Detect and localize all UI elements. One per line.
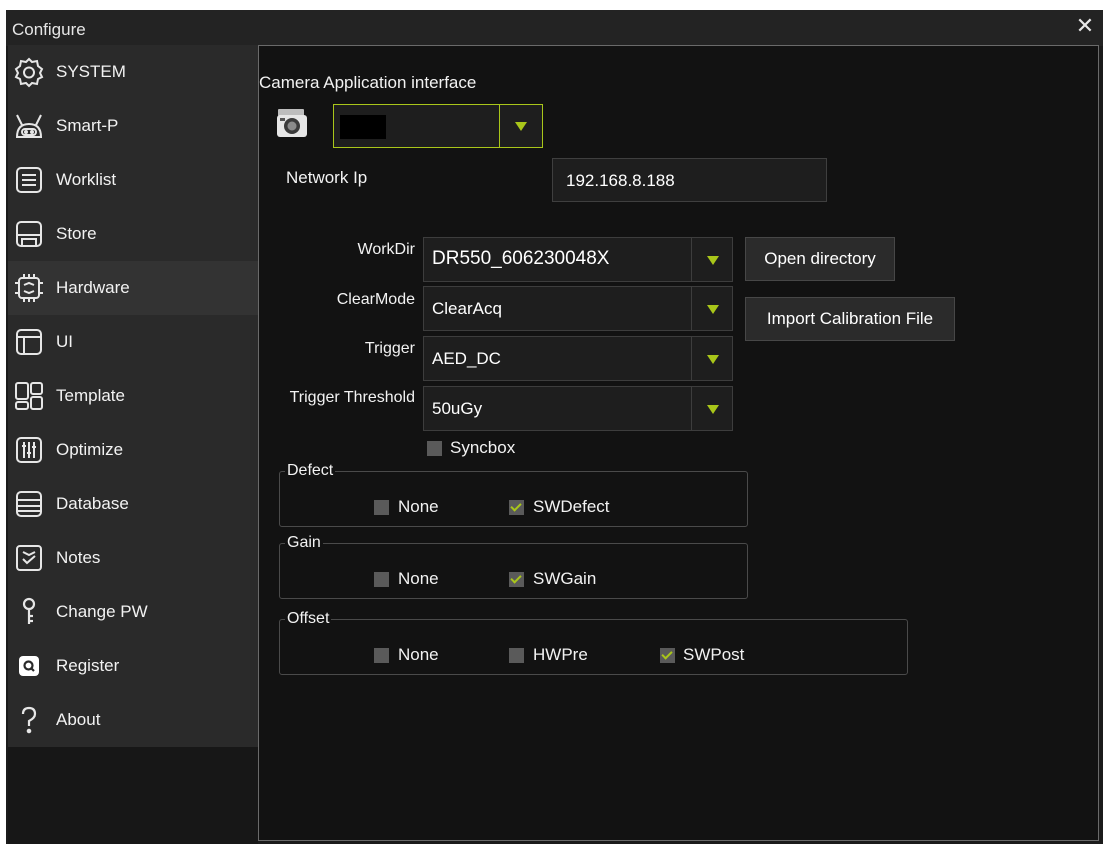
offset-group-title: Offset [285, 610, 332, 628]
combo-divider [691, 287, 692, 330]
robot-icon [12, 109, 46, 143]
sidebar-item-label: UI [56, 332, 73, 351]
sidebar-item-hardware[interactable]: Hardware [8, 261, 258, 315]
defect-swdefect-label: SWDefect [533, 497, 610, 516]
defect-none-checkbox[interactable] [374, 500, 389, 515]
offset-swpost-checkbox[interactable] [660, 648, 675, 663]
network-ip-value: 192.168.8.188 [566, 171, 675, 190]
database-icon [12, 487, 46, 521]
gain-none-label: None [398, 569, 439, 588]
sidebar-item-worklist[interactable]: Worklist [8, 153, 258, 207]
offset-swpost-label: SWPost [683, 645, 745, 664]
gain-swgain-label: SWGain [533, 569, 597, 588]
trigger-label: Trigger [364, 340, 415, 357]
clearmode-select[interactable]: ClearAcq [423, 286, 733, 331]
chevron-down-icon [515, 122, 527, 131]
gain-group: Gain None SWGain [279, 534, 748, 599]
title-bar: Configure ✕ [6, 10, 1103, 46]
workdir-value: DR550_606230048X [432, 248, 610, 269]
combo-divider [691, 238, 692, 281]
sidebar-empty-area [8, 747, 258, 844]
offset-hwpre-label: HWPre [533, 645, 588, 664]
list-icon [12, 163, 46, 197]
camera-select-value [340, 115, 386, 139]
sidebar-item-change-pw[interactable]: Change PW [8, 585, 258, 639]
combo-divider [499, 105, 500, 147]
chevron-down-icon [707, 355, 719, 364]
question-icon [12, 703, 46, 737]
sidebar-item-optimize[interactable]: Optimize [8, 423, 258, 477]
sidebar-item-register[interactable]: Register [8, 639, 258, 693]
window-layout-icon [12, 325, 46, 359]
import-calibration-button[interactable]: Import Calibration File [745, 297, 955, 341]
clearmode-value: ClearAcq [432, 299, 502, 318]
syncbox-checkbox[interactable] [427, 441, 442, 456]
defect-group: Defect None SWDefect [279, 462, 748, 527]
sidebar-item-about[interactable]: About [8, 693, 258, 747]
sidebar: SYSTEM Smart-P Worklist Store Hardware U… [8, 45, 258, 747]
hardware-icon [12, 271, 46, 305]
sidebar-item-notes[interactable]: Notes [8, 531, 258, 585]
offset-none-checkbox[interactable] [374, 648, 389, 663]
gear-icon [12, 55, 46, 89]
defect-none-label: None [398, 497, 439, 516]
sidebar-item-label: About [56, 710, 101, 729]
trigger-threshold-label: Trigger Threshold [289, 389, 415, 406]
trigger-threshold-select[interactable]: 50uGy [423, 386, 733, 431]
sidebar-item-label: Database [56, 494, 129, 513]
sidebar-item-label: Smart-P [56, 116, 119, 135]
sliders-icon [12, 433, 46, 467]
sidebar-item-label: SYSTEM [56, 62, 126, 81]
offset-group: Offset None HWPre SWPost [279, 610, 908, 675]
clearmode-label: ClearMode [336, 291, 415, 308]
defect-swdefect-checkbox[interactable] [509, 500, 524, 515]
sidebar-item-database[interactable]: Database [8, 477, 258, 531]
combo-divider [691, 337, 692, 380]
gain-none-checkbox[interactable] [374, 572, 389, 587]
gain-swgain-checkbox[interactable] [509, 572, 524, 587]
trigger-value: AED_DC [432, 349, 501, 368]
notes-check-icon [12, 541, 46, 575]
hardware-panel: Camera Application interface Network Ip … [258, 45, 1099, 841]
camera-interface-label: Camera Application interface [259, 73, 477, 92]
sidebar-item-label: Worklist [56, 170, 117, 189]
syncbox-label: Syncbox [450, 438, 516, 457]
sidebar-item-label: Hardware [56, 278, 130, 297]
window-title: Configure [12, 20, 86, 39]
sidebar-item-label: Notes [56, 548, 101, 567]
template-icon [12, 379, 46, 413]
register-icon [12, 649, 46, 683]
offset-hwpre-checkbox[interactable] [509, 648, 524, 663]
network-ip-field[interactable]: 192.168.8.188 [552, 158, 827, 202]
sidebar-item-store[interactable]: Store [8, 207, 258, 261]
sidebar-item-label: Register [56, 656, 120, 675]
sidebar-item-label: Optimize [56, 440, 124, 459]
offset-none-label: None [398, 645, 439, 664]
save-icon [12, 217, 46, 251]
network-ip-label: Network Ip [286, 168, 368, 187]
trigger-select[interactable]: AED_DC [423, 336, 733, 381]
gain-group-title: Gain [285, 534, 323, 552]
sidebar-item-label: Template [56, 386, 125, 405]
combo-divider [691, 387, 692, 430]
camera-select[interactable] [333, 104, 543, 148]
close-button[interactable]: ✕ [1073, 14, 1097, 38]
sidebar-item-smart-p[interactable]: Smart-P [8, 99, 258, 153]
chevron-down-icon [707, 305, 719, 314]
defect-group-title: Defect [285, 462, 336, 480]
sidebar-item-system[interactable]: SYSTEM [8, 45, 258, 99]
sidebar-item-ui[interactable]: UI [8, 315, 258, 369]
close-icon: ✕ [1075, 13, 1095, 38]
open-directory-button[interactable]: Open directory [745, 237, 895, 281]
chevron-down-icon [707, 256, 719, 265]
chevron-down-icon [707, 405, 719, 414]
sidebar-item-template[interactable]: Template [8, 369, 258, 423]
workdir-label: WorkDir [357, 241, 415, 258]
sidebar-item-label: Change PW [56, 602, 148, 621]
camera-icon [275, 107, 309, 139]
workdir-select[interactable]: DR550_606230048X [423, 237, 733, 282]
key-icon [12, 595, 46, 629]
sidebar-item-label: Store [56, 224, 97, 243]
trigger-threshold-value: 50uGy [432, 399, 483, 418]
